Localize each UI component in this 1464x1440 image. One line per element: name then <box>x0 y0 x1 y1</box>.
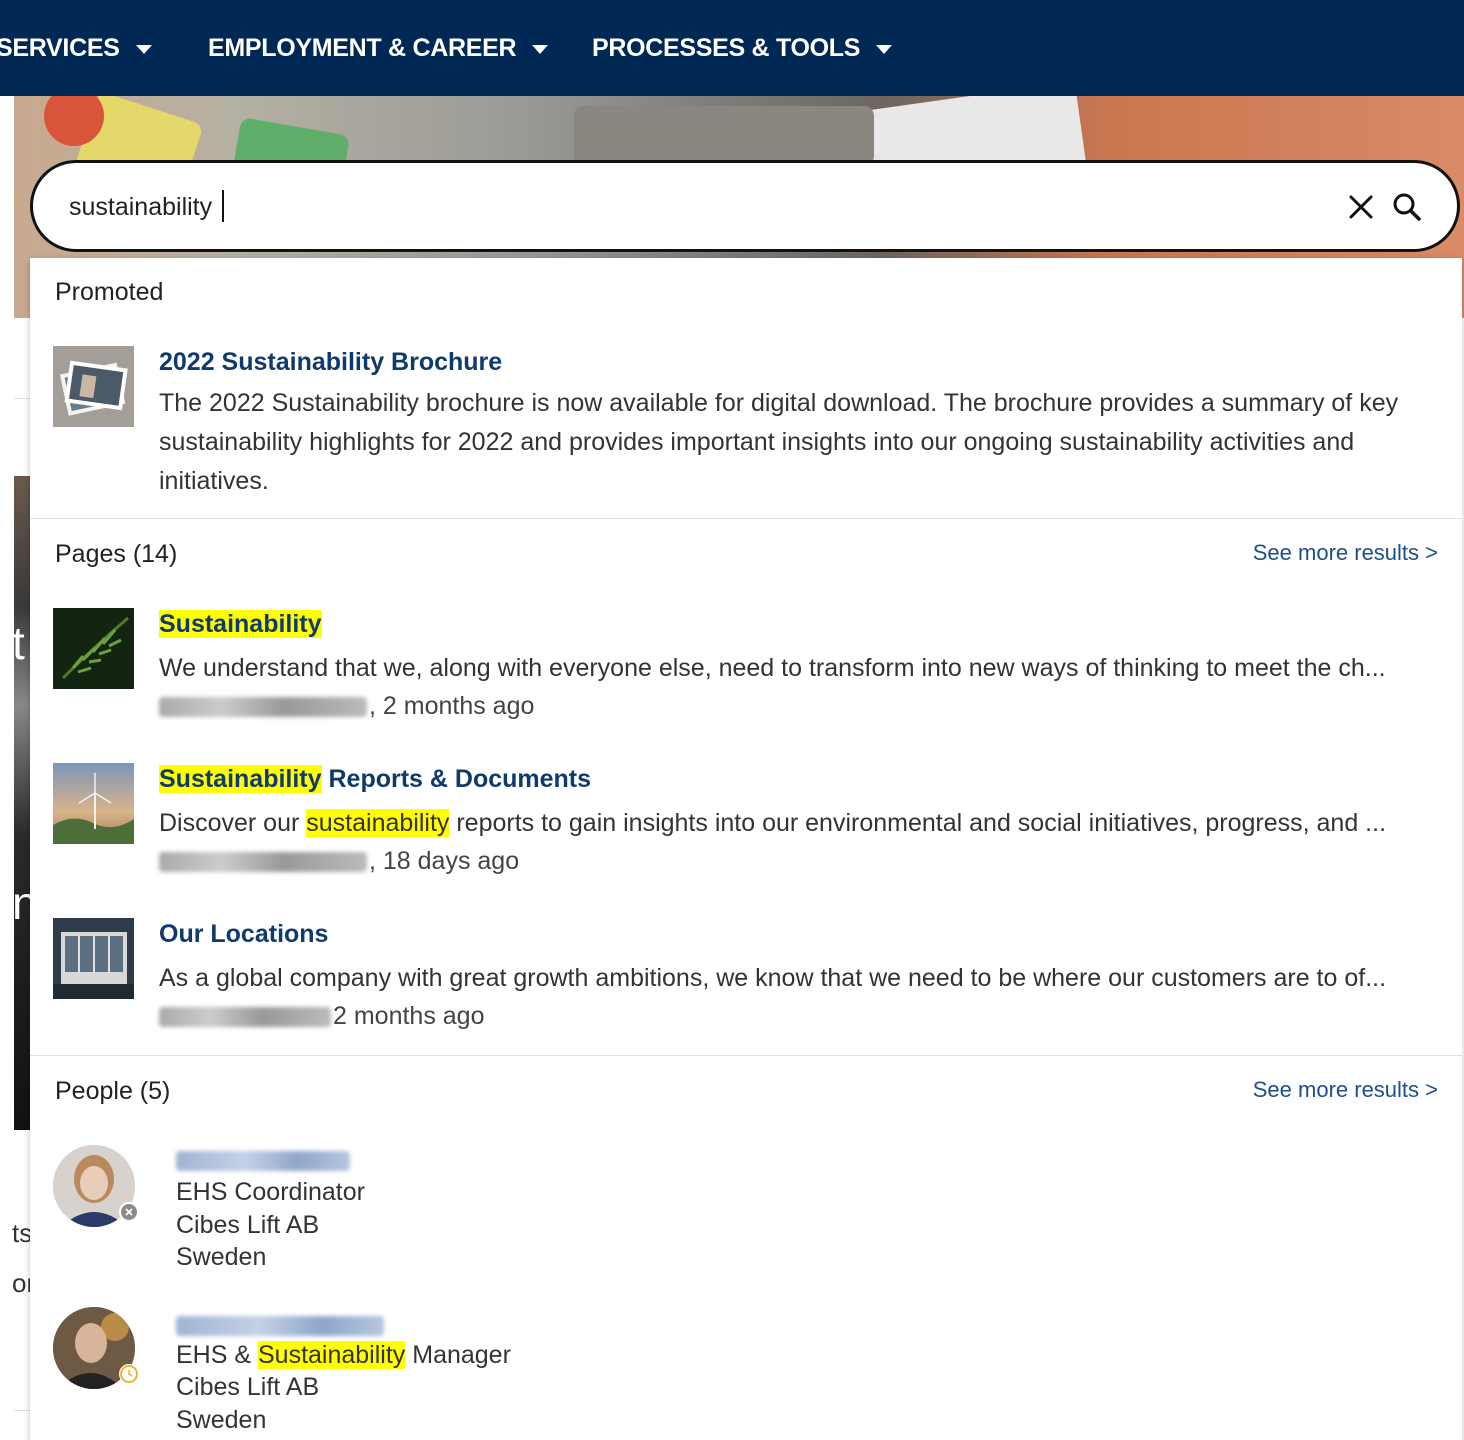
photo-stack-image <box>53 346 134 427</box>
presence-offline-icon <box>119 1202 139 1222</box>
page-thumbnail[interactable] <box>53 608 134 689</box>
text-cursor <box>222 190 224 222</box>
building-image <box>53 918 134 999</box>
background-image-fragment <box>14 476 30 1130</box>
fern-image <box>53 608 134 689</box>
background-divider <box>14 1410 30 1411</box>
nav-item-label: SERVICES <box>0 33 120 62</box>
page-thumbnail[interactable] <box>53 763 134 844</box>
person-job-title: EHS Coordinator <box>176 1178 365 1207</box>
section-divider <box>30 518 1462 519</box>
top-navigation: SERVICES EMPLOYMENT & CAREER PROCESSES &… <box>0 0 1464 96</box>
presence-away-icon <box>119 1364 139 1384</box>
person-job-title: EHS & Sustainability Manager <box>176 1341 511 1370</box>
person-name-redacted[interactable] <box>176 1151 350 1171</box>
background-text-fragment: t <box>12 617 25 669</box>
page-result-description: We understand that we, along with everyo… <box>159 649 1439 688</box>
nav-item-label: PROCESSES & TOOLS <box>592 33 861 62</box>
author-name-redacted <box>159 696 367 717</box>
author-name-redacted <box>159 1006 331 1027</box>
caret-down-icon <box>532 44 549 54</box>
page-thumbnail[interactable] <box>53 918 134 999</box>
person-name-redacted[interactable] <box>176 1316 384 1336</box>
author-name-redacted <box>159 851 367 872</box>
search-results-dropdown: Promoted 2022 Sustainability Brochure Th… <box>30 258 1462 1440</box>
section-divider <box>30 1055 1462 1056</box>
job-title-text: Manager <box>405 1341 511 1369</box>
search-term-highlight: sustainability <box>306 809 450 837</box>
search-icon <box>1393 193 1421 221</box>
page-result-description: Discover our sustainability reports to g… <box>159 804 1439 843</box>
promoted-thumbnail[interactable] <box>53 346 134 427</box>
section-header-people: People (5) <box>55 1077 171 1105</box>
description-text: As a global company with great growth am… <box>159 964 1387 992</box>
job-title-text: EHS Coordinator <box>176 1178 365 1206</box>
nav-item-processes-tools[interactable]: PROCESSES & TOOLS <box>592 0 893 96</box>
page-result-meta: , 18 days ago <box>159 847 519 876</box>
caret-down-icon <box>135 44 152 54</box>
modified-time: , 2 months ago <box>369 692 535 720</box>
nav-item-label: EMPLOYMENT & CAREER <box>208 33 517 62</box>
search-term-highlight: Sustainability <box>257 1341 406 1369</box>
search-input[interactable] <box>69 187 1319 227</box>
description-text: Discover our <box>159 809 307 837</box>
title-text: Reports & Documents <box>321 765 592 793</box>
page-result-title[interactable]: Our Locations <box>159 920 328 949</box>
person-country: Sweden <box>176 1406 267 1434</box>
section-header-pages: Pages (14) <box>55 540 178 568</box>
modified-time: 2 months ago <box>333 1002 485 1030</box>
hero-decor <box>574 106 874 166</box>
nav-item-services[interactable]: SERVICES <box>0 0 152 96</box>
caret-down-icon <box>876 44 893 54</box>
modified-time: , 18 days ago <box>369 847 520 875</box>
person-company: Cibes Lift AB <box>176 1211 320 1239</box>
search-term-highlight: Sustainability <box>159 610 322 638</box>
section-header-promoted: Promoted <box>55 278 164 306</box>
job-title-text: EHS & <box>176 1341 258 1369</box>
page-result-meta: 2 months ago <box>159 1002 485 1031</box>
pages-see-more-link[interactable]: See more results > <box>1253 540 1438 566</box>
description-text: reports to gain insights into our enviro… <box>449 809 1387 837</box>
page-result-description: As a global company with great growth am… <box>159 959 1439 998</box>
search-term-highlight: Sustainability <box>159 765 322 793</box>
page-result-title[interactable]: Sustainability Reports & Documents <box>159 765 591 794</box>
close-icon <box>1349 195 1373 219</box>
title-text: Our Locations <box>159 920 329 948</box>
clear-button[interactable] <box>1343 185 1379 229</box>
viewport: t n ts or SERVICES EMPLOYMENT & CAREER P… <box>0 0 1464 1440</box>
page-result-meta: , 2 months ago <box>159 692 534 721</box>
person-company: Cibes Lift AB <box>176 1373 320 1401</box>
wind-turbine-image <box>53 763 134 844</box>
search-button[interactable] <box>1387 185 1427 229</box>
nav-item-employment-career[interactable]: EMPLOYMENT & CAREER <box>208 0 549 96</box>
promoted-result-description: The 2022 Sustainability brochure is now … <box>159 389 1399 495</box>
person-country: Sweden <box>176 1243 267 1271</box>
search-box <box>30 160 1460 252</box>
promoted-result-title[interactable]: 2022 Sustainability Brochure <box>159 348 502 377</box>
description-text: We understand that we, along with everyo… <box>159 654 1386 682</box>
background-divider <box>14 398 30 399</box>
page-result-title[interactable]: Sustainability <box>159 610 322 639</box>
people-see-more-link[interactable]: See more results > <box>1253 1077 1438 1103</box>
